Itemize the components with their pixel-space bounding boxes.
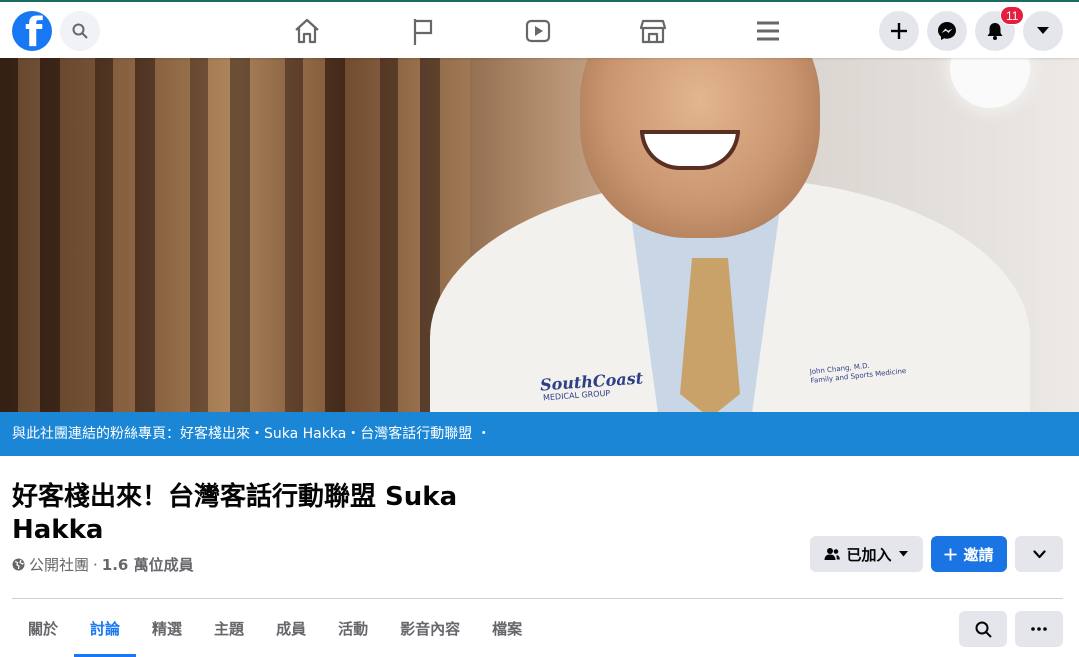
marketplace-nav-button[interactable] [638,14,668,48]
group-privacy: 公開社團 [29,556,90,574]
watch-nav-button[interactable] [523,14,553,48]
plus-icon [944,548,957,560]
account-menu-button[interactable] [1023,11,1063,51]
group-title[interactable]: 好客棧出來！台灣客話行動聯盟 Suka Hakka [12,481,512,547]
messenger-icon [938,22,956,40]
notifications-icon [987,23,1003,40]
tab-about[interactable]: 關於 [12,599,74,657]
flag-icon [413,19,433,45]
plus-icon [891,23,907,39]
group-cover-photo[interactable]: SouthCoast MEDICAL GROUP John Chang, M.D… [0,58,1079,412]
caret-down-icon [898,551,908,557]
meta-separator: · [93,555,98,574]
search-icon [975,621,992,638]
menu-icon [757,21,779,41]
top-navigation-bar: f 11 [0,0,1079,58]
marketplace-icon [639,19,667,44]
tab-files[interactable]: 檔案 [476,599,538,657]
caret-down-icon [1037,27,1049,34]
linked-pages-bar[interactable]: 與此社團連結的粉絲專頁：好客棧出來・Suka Hakka・台灣客話行動聯盟 ・ [0,412,1079,456]
tab-members[interactable]: 成員 [260,599,322,657]
menu-nav-button[interactable] [753,14,783,48]
linked-pages-text[interactable]: 與此社團連結的粉絲專頁：好客棧出來・Suka Hakka・台灣客話行動聯盟 ・ [12,426,491,442]
tab-events[interactable]: 活動 [322,599,384,657]
invite-label: 邀請 [963,545,994,564]
tab-discussion[interactable]: 討論 [74,599,137,657]
tab-topics[interactable]: 主題 [198,599,260,657]
tab-media[interactable]: 影音內容 [384,599,476,657]
chevron-down-icon [1032,549,1046,558]
search-button[interactable] [60,11,100,51]
group-meta: 公開社團 · 1.6 萬位成員 [12,554,194,575]
joined-button[interactable]: 已加入 [810,536,923,572]
joined-label: 已加入 [846,545,892,564]
search-icon [72,23,88,39]
more-dots-icon [1031,627,1047,631]
group-search-button[interactable] [959,611,1007,647]
member-count[interactable]: 1.6 萬位成員 [102,554,194,575]
more-options-button[interactable] [1015,611,1063,647]
members-icon [824,548,841,560]
home-icon [295,18,319,44]
group-options-button[interactable] [1015,536,1063,572]
globe-icon [12,558,25,571]
group-tabs: 關於 討論 精選 主題 成員 活動 影音內容 檔案 [12,599,538,657]
tab-featured[interactable]: 精選 [136,599,198,657]
invite-button[interactable]: 邀請 [931,536,1007,572]
messenger-button[interactable] [927,11,967,51]
create-button[interactable] [879,11,919,51]
video-icon [525,19,551,43]
pages-nav-button[interactable] [408,14,438,48]
notification-count-badge: 11 [1000,6,1025,25]
facebook-logo-icon[interactable]: f [12,11,52,51]
home-nav-button[interactable] [292,14,322,48]
